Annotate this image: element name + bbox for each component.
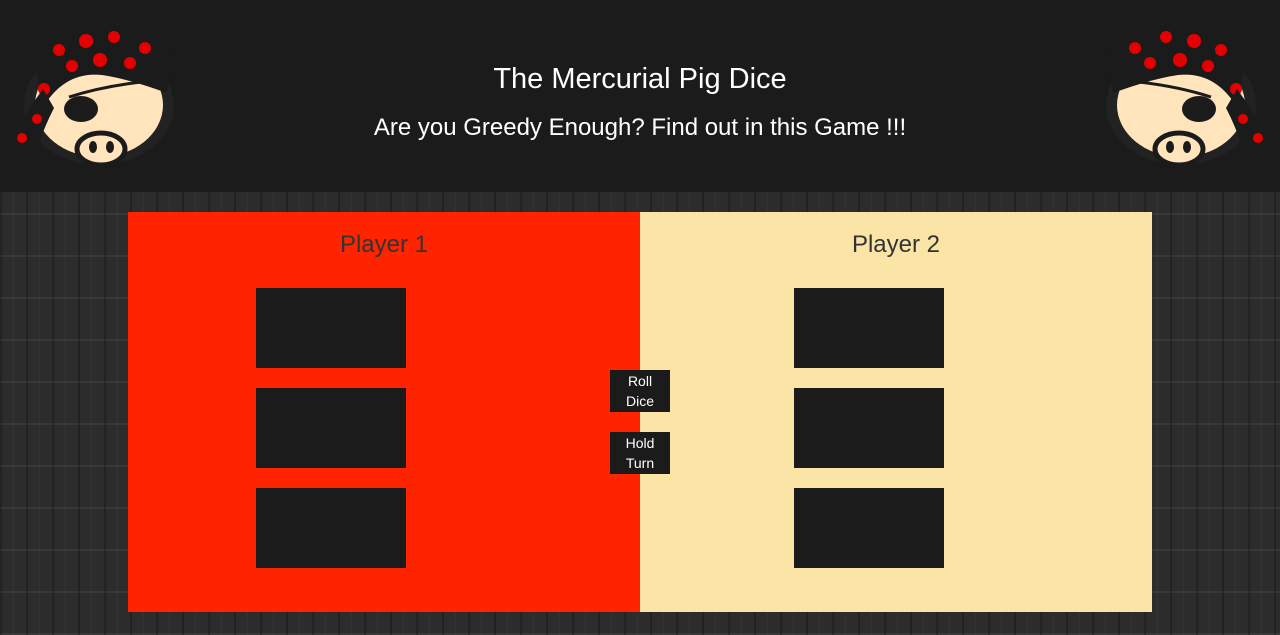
pirate-pig-logo-icon	[1098, 31, 1273, 168]
player-2-name: Player 2	[851, 231, 941, 258]
game-board: Player 1 Player 2 Roll Dice Hold Turn	[128, 212, 1152, 612]
header: The Mercurial Pig Dice Are you Greedy En…	[0, 0, 1280, 192]
player-1-score-box-2	[256, 388, 406, 468]
player-2-score-box-1	[794, 288, 944, 368]
player-2-panel: Player 2	[640, 212, 1152, 612]
player-1-score-box-3	[256, 488, 406, 568]
player-1-panel: Player 1	[128, 212, 640, 612]
roll-dice-button[interactable]: Roll Dice	[610, 370, 670, 412]
page-title: The Mercurial Pig Dice	[493, 63, 787, 95]
player-1-score-box-1	[256, 288, 406, 368]
hold-turn-button[interactable]: Hold Turn	[610, 432, 670, 474]
player-2-score-box-3	[794, 488, 944, 568]
player-2-score-box-2	[794, 388, 944, 468]
page-subtitle: Are you Greedy Enough? Find out in this …	[373, 114, 907, 141]
player-1-name: Player 1	[339, 231, 429, 258]
